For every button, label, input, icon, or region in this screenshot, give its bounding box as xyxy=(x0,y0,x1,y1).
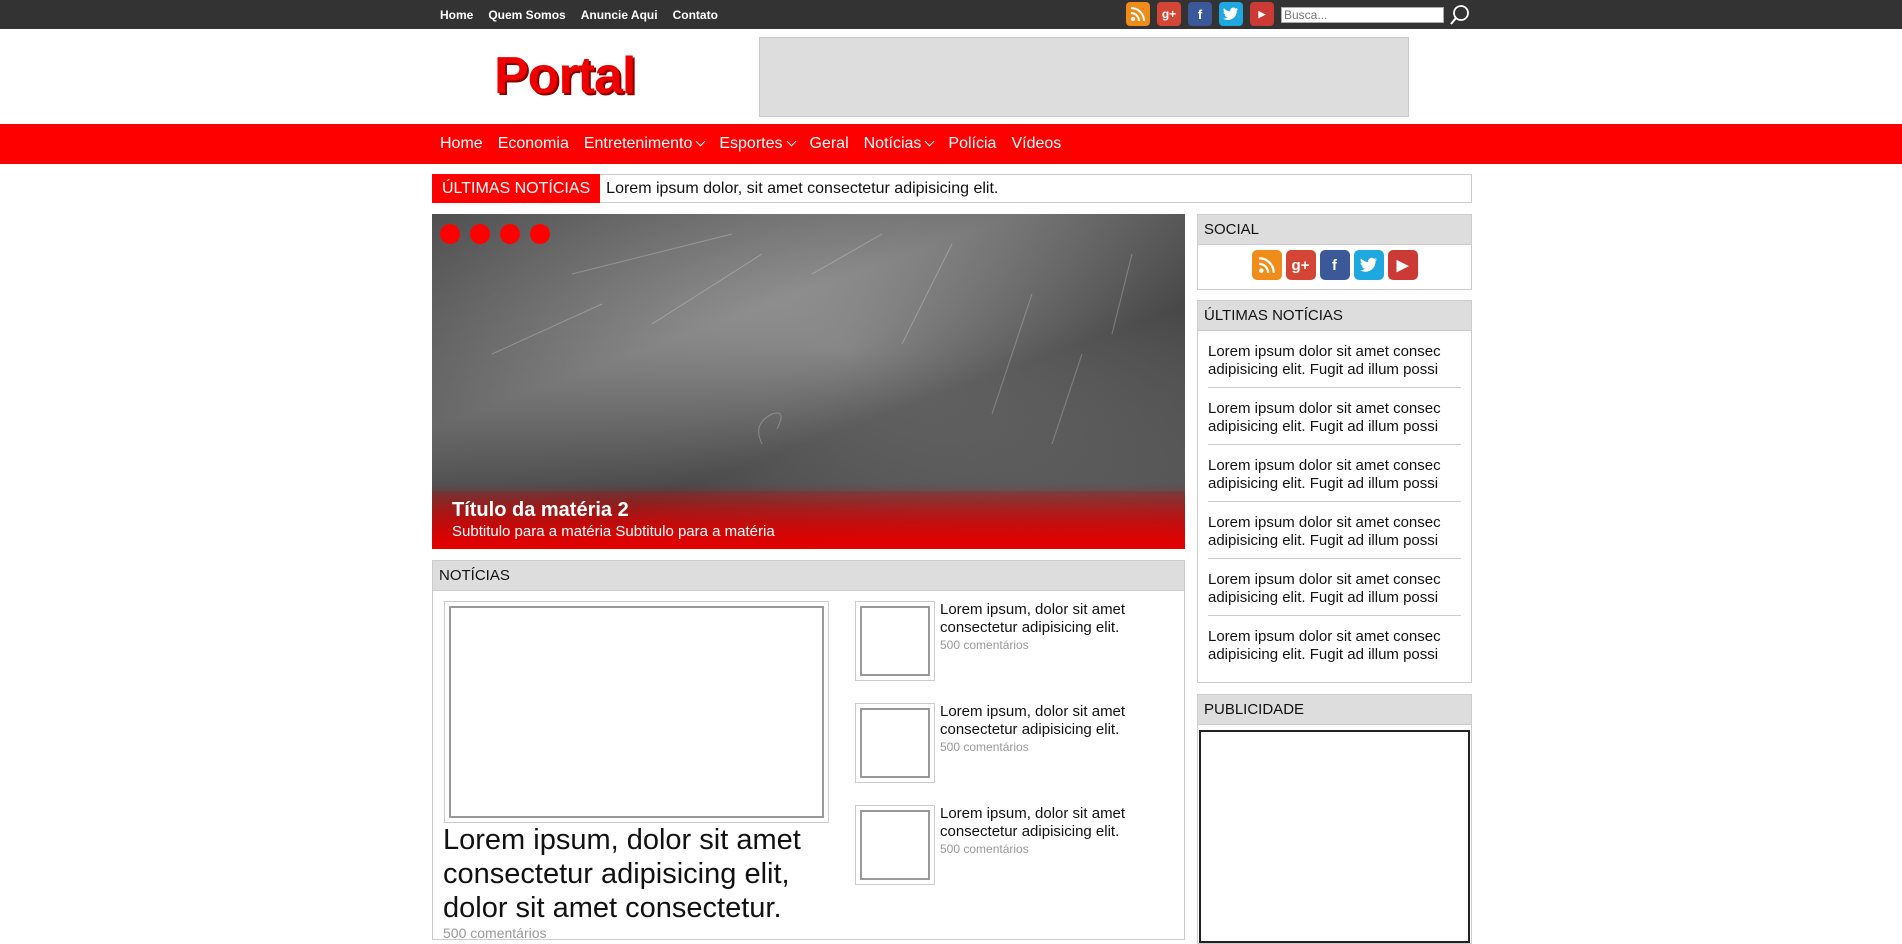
news-item-comments[interactable]: 500 comentários xyxy=(940,740,1029,754)
news-thumbnail[interactable] xyxy=(855,601,935,681)
slider-dot[interactable] xyxy=(440,224,460,244)
news-list-item[interactable]: Lorem ipsum, dolor sit amet consectetur … xyxy=(855,805,1175,885)
twitter-icon[interactable] xyxy=(1219,2,1243,26)
chevron-down-icon xyxy=(695,136,706,147)
news-section-heading: NOTÍCIAS xyxy=(433,561,1184,591)
chevron-down-icon xyxy=(924,136,935,147)
mainnav-item-esportes[interactable]: Esportes xyxy=(719,135,796,153)
slider-dot[interactable] xyxy=(470,224,490,244)
featured-news-title[interactable]: Lorem ipsum, dolor sit amet consectetur … xyxy=(443,823,833,925)
featured-news-image[interactable] xyxy=(444,601,829,823)
sidebar-ad-slot[interactable] xyxy=(1199,730,1470,943)
sidebar-latest-heading: ÚLTIMAS NOTÍCIAS xyxy=(1198,301,1471,331)
top-bar: Home Quem Somos Anuncie Aqui Contato g+ … xyxy=(0,0,1902,29)
header-ad-banner[interactable] xyxy=(759,37,1409,117)
google-plus-icon[interactable]: g+ xyxy=(1285,250,1316,280)
slider-dots xyxy=(440,224,560,244)
mainnav-item-videos[interactable]: Vídeos xyxy=(1011,135,1061,153)
mainnav-item-noticias[interactable]: Notícias xyxy=(864,135,935,153)
featured-news-comments[interactable]: 500 comentários xyxy=(443,925,547,941)
ticker-label: ÚLTIMAS NOTÍCIAS xyxy=(432,174,601,203)
news-thumbnail[interactable] xyxy=(855,703,935,783)
youtube-icon[interactable]: ▶ xyxy=(1250,2,1274,26)
news-ticker: ÚLTIMAS NOTÍCIAS Lorem ipsum dolor, sit … xyxy=(432,174,1472,203)
topnav-contato-link[interactable]: Contato xyxy=(673,8,718,22)
topnav-anuncie-link[interactable]: Anuncie Aqui xyxy=(581,8,658,22)
site-logo[interactable]: Portal xyxy=(494,46,636,106)
search-input[interactable] xyxy=(1281,7,1444,23)
sidebar-ad-box: PUBLICIDADE xyxy=(1197,694,1472,944)
news-thumbnail[interactable] xyxy=(855,805,935,885)
chevron-down-icon xyxy=(786,136,796,147)
news-list-item[interactable]: Lorem ipsum, dolor sit amet consectetur … xyxy=(855,703,1175,783)
slider-dot[interactable] xyxy=(500,224,520,244)
featured-slider[interactable]: Título da matéria 2 Subtitulo para a mat… xyxy=(432,214,1185,549)
slide-subtitle: Subtitulo para a matéria Subtitulo para … xyxy=(452,523,775,540)
latest-news-item[interactable]: Lorem ipsum dolor sit amet consec adipisi… xyxy=(1208,445,1461,502)
sidebar-ad-heading: PUBLICIDADE xyxy=(1198,695,1471,725)
top-nav: Home Quem Somos Anuncie Aqui Contato xyxy=(440,0,733,29)
mainnav-item-policia[interactable]: Polícia xyxy=(948,135,996,153)
facebook-icon[interactable]: f xyxy=(1188,2,1212,26)
rss-icon[interactable] xyxy=(1126,2,1150,26)
mainnav-item-economia[interactable]: Economia xyxy=(498,135,569,153)
sidebar-latest-box: ÚLTIMAS NOTÍCIAS Lorem ipsum dolor sit a… xyxy=(1197,300,1472,683)
news-item-title[interactable]: Lorem ipsum, dolor sit amet consectetur … xyxy=(940,805,1175,841)
top-social-icons: g+ f ▶ xyxy=(1126,2,1281,26)
google-plus-icon[interactable]: g+ xyxy=(1157,2,1181,26)
sidebar-social-heading: SOCIAL xyxy=(1198,215,1471,245)
topnav-quem-somos-link[interactable]: Quem Somos xyxy=(488,8,565,22)
slide-title[interactable]: Título da matéria 2 xyxy=(452,499,629,522)
mainnav-item-home[interactable]: Home xyxy=(440,135,483,153)
latest-news-item[interactable]: Lorem ipsum dolor sit amet consec adipisi… xyxy=(1208,616,1461,673)
news-item-title[interactable]: Lorem ipsum, dolor sit amet consectetur … xyxy=(940,601,1175,637)
topnav-home-link[interactable]: Home xyxy=(440,8,473,22)
latest-news-item[interactable]: Lorem ipsum dolor sit amet consec adipisi… xyxy=(1208,388,1461,445)
mainnav-item-geral[interactable]: Geral xyxy=(810,135,849,153)
news-section: NOTÍCIAS Lorem ipsum, dolor sit amet con… xyxy=(432,560,1185,941)
news-item-title[interactable]: Lorem ipsum, dolor sit amet consectetur … xyxy=(940,703,1175,739)
ticker-headline[interactable]: Lorem ipsum dolor, sit amet consectetur … xyxy=(606,180,998,198)
facebook-icon[interactable]: f xyxy=(1319,250,1350,280)
mainnav-item-entretenimento[interactable]: Entretenimento xyxy=(584,135,706,153)
latest-news-list: Lorem ipsum dolor sit amet consec adipisi… xyxy=(1198,331,1471,673)
search-icon[interactable] xyxy=(1449,4,1471,26)
news-list-item[interactable]: Lorem ipsum, dolor sit amet consectetur … xyxy=(855,601,1175,681)
latest-news-item[interactable]: Lorem ipsum dolor sit amet consec adipisi… xyxy=(1208,331,1461,388)
news-item-comments[interactable]: 500 comentários xyxy=(940,842,1029,856)
rss-icon[interactable] xyxy=(1251,250,1282,280)
news-item-comments[interactable]: 500 comentários xyxy=(940,638,1029,652)
sidebar-social-box: SOCIAL g+ f ▶ xyxy=(1197,214,1472,290)
main-nav: Home Economia Entretenimento Esportes Ge… xyxy=(0,124,1902,164)
twitter-icon[interactable] xyxy=(1353,250,1384,280)
youtube-icon[interactable]: ▶ xyxy=(1387,250,1418,280)
latest-news-item[interactable]: Lorem ipsum dolor sit amet consec adipisi… xyxy=(1208,502,1461,559)
slider-dot[interactable] xyxy=(530,224,550,244)
latest-news-item[interactable]: Lorem ipsum dolor sit amet consec adipisi… xyxy=(1208,559,1461,616)
